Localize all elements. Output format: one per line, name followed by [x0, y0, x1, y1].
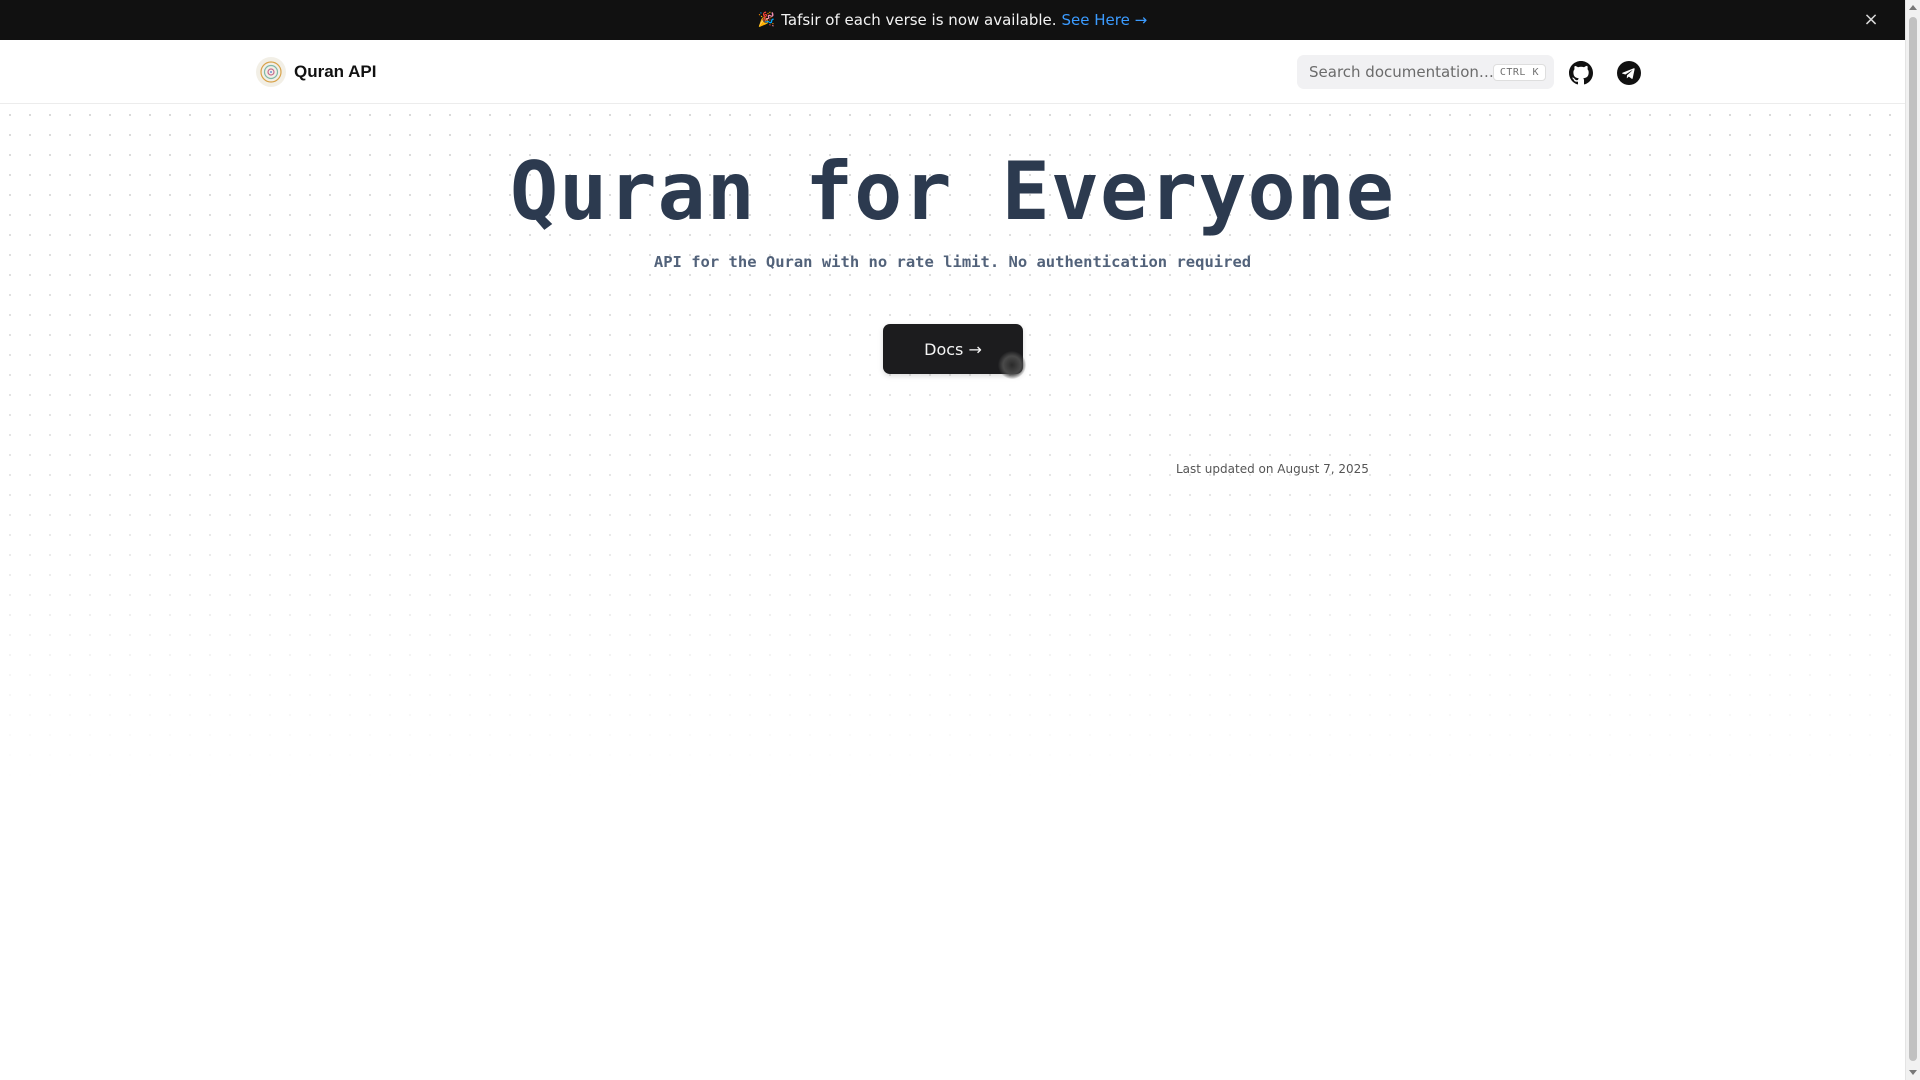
banner-see-here-link[interactable]: See Here →: [1062, 11, 1148, 29]
top-navbar: Quran API Search documentation… CTRL K: [0, 40, 1905, 104]
page-scrollbar[interactable]: [1905, 0, 1920, 1080]
cursor-indicator: [998, 351, 1026, 379]
hero-title: Quran for Everyone: [510, 145, 1395, 238]
close-icon[interactable]: ×: [1861, 10, 1881, 30]
brand-name: Quran API: [294, 62, 377, 81]
hero-section: Quran for Everyone API for the Quran wit…: [0, 105, 1905, 1080]
telegram-icon[interactable]: [1616, 60, 1642, 86]
hero-subtitle: API for the Quran with no rate limit. No…: [653, 253, 1252, 271]
banner-text: Tafsir of each verse is now available.: [781, 11, 1057, 29]
hero-background-fade: [0, 105, 1905, 1080]
scroll-up-arrow-icon[interactable]: [1909, 5, 1917, 10]
party-popper-icon: 🎉: [757, 12, 776, 28]
scrollbar-thumb[interactable]: [1909, 17, 1917, 1061]
scroll-down-arrow-icon[interactable]: [1909, 1070, 1917, 1075]
last-updated-text: Last updated on August 7, 2025: [1176, 462, 1369, 476]
quran-logo-icon: [256, 57, 286, 87]
announcement-banner: 🎉 Tafsir of each verse is now available.…: [0, 0, 1905, 40]
search-placeholder: Search documentation…: [1309, 63, 1493, 81]
github-icon[interactable]: [1568, 60, 1594, 86]
search-documentation-input[interactable]: Search documentation… CTRL K: [1297, 55, 1554, 89]
brand-home-link[interactable]: Quran API: [256, 56, 377, 88]
search-shortcut-badge: CTRL K: [1492, 63, 1546, 81]
